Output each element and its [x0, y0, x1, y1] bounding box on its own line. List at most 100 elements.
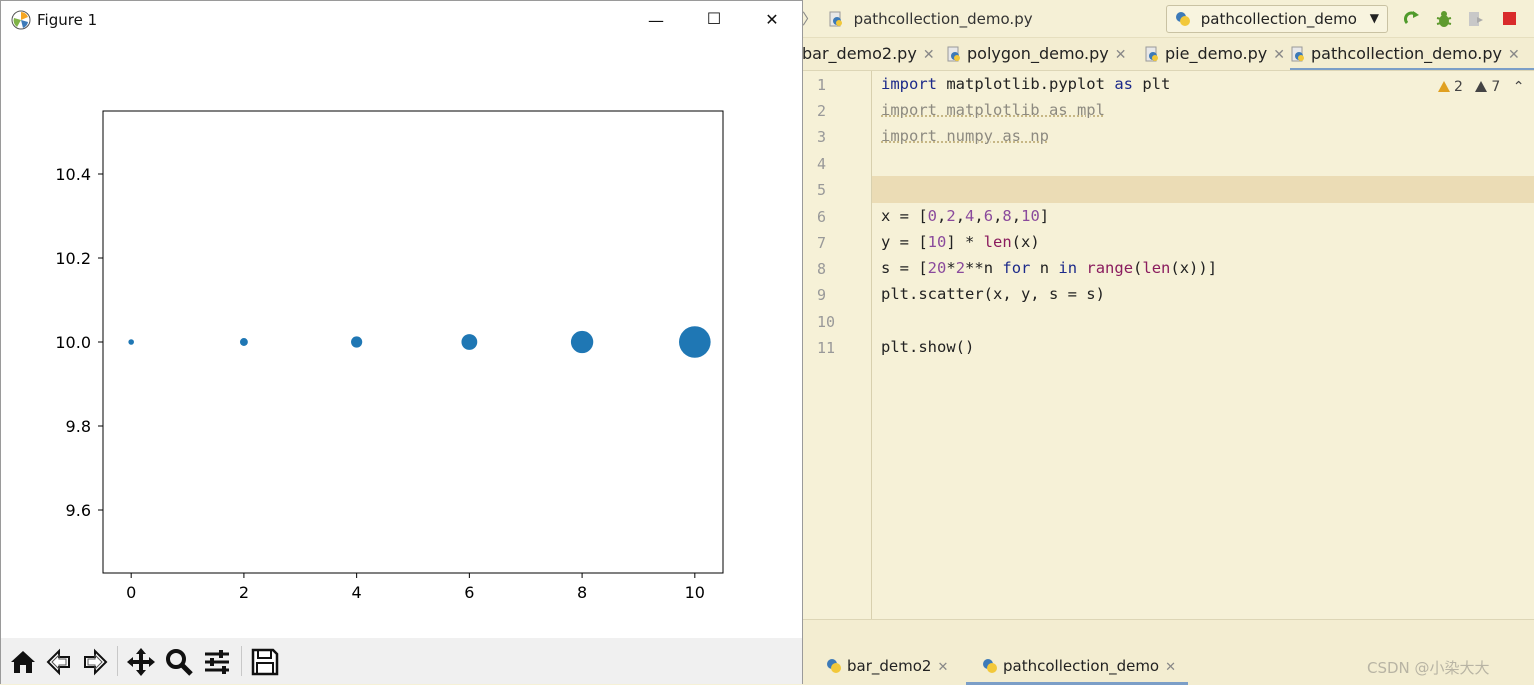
bottom-tab-label: pathcollection_demo [1003, 657, 1160, 675]
y-tick-label: 10.4 [55, 165, 91, 184]
run-config-label: pathcollection_demo [1200, 10, 1357, 28]
close-icon[interactable]: ✕ [937, 660, 948, 675]
chevron-right-icon: 〉 [802, 10, 818, 28]
scatter-point [461, 334, 478, 350]
navigation-toolbar [1, 638, 802, 684]
weak-warning-indicator: 2 [1438, 79, 1463, 95]
line-number-gutter: 1 2 3 4 5 6 7 8 9 10 11 [802, 71, 872, 619]
line-number: 2 [817, 102, 827, 120]
rerun-icon[interactable] [1402, 9, 1422, 29]
x-tick-label: 4 [352, 583, 362, 602]
code-line-3: import numpy as np [881, 127, 1049, 145]
title-bar[interactable]: Figure 1 — ☐ ✕ [1, 1, 802, 39]
line-number: 11 [817, 339, 836, 357]
ide-navigation-bar: 〉 pathcollection_demo.py pathcollection_… [802, 0, 1534, 38]
run-configuration-dropdown[interactable]: pathcollection_demo ▼ [1166, 5, 1388, 33]
code-line-6: x = [0,2,4,6,8,10] [881, 207, 1050, 225]
tab-bar-demo2[interactable]: bar_demo2.py ✕ [802, 38, 935, 70]
tab-label: pathcollection_demo.py [1311, 44, 1502, 63]
window-title: Figure 1 [37, 11, 98, 29]
scatter-point [570, 330, 594, 354]
tab-pie-demo[interactable]: pie_demo.py ✕ [1144, 38, 1285, 70]
warning-icon [1438, 81, 1450, 92]
close-icon[interactable]: ✕ [923, 47, 935, 63]
chevron-down-icon: ▼ [1369, 11, 1379, 25]
editor-tabs: bar_demo2.py ✕ polygon_demo.py ✕ pie_demo.… [802, 38, 1534, 71]
chevron-up-icon[interactable]: ⌃ [1513, 79, 1525, 95]
tab-label: pie_demo.py [1165, 44, 1268, 63]
home-icon [11, 651, 35, 673]
x-tick-label: 6 [464, 583, 474, 602]
line-number: 5 [817, 181, 827, 199]
scatter-point [239, 338, 248, 346]
code-editor[interactable]: import matplotlib.pyplot as plt import m… [881, 71, 1521, 619]
line-number: 8 [817, 260, 827, 278]
figure-window: Figure 1 — ☐ ✕ 0 2 4 6 8 10 9.6 9.8 10.0 10.2 10.4 [0, 0, 803, 684]
code-line-7: y = [10] * len(x) [881, 233, 1040, 251]
line-number: 10 [817, 313, 836, 331]
back-icon [46, 648, 70, 676]
code-line-2: import matplotlib as mpl [881, 101, 1105, 119]
close-icon[interactable]: ✕ [1508, 47, 1520, 63]
back-button[interactable] [41, 644, 75, 678]
x-tick-label: 10 [685, 583, 705, 602]
x-tick-label: 8 [577, 583, 587, 602]
tab-label: polygon_demo.py [967, 44, 1109, 63]
configure-subplots-button[interactable] [199, 644, 233, 678]
y-tick-label: 10.0 [55, 333, 91, 352]
inspection-widget[interactable]: 2 7 ⌃ [1438, 79, 1532, 95]
python-icon [983, 659, 997, 673]
save-button[interactable] [247, 644, 281, 678]
pan-icon [127, 648, 155, 676]
x-tick-label: 0 [126, 583, 136, 602]
matplotlib-logo-icon [11, 10, 31, 30]
bottom-tab-pathcollection-demo[interactable]: pathcollection_demo ✕ [982, 657, 1176, 675]
close-icon[interactable]: ✕ [1165, 660, 1176, 675]
coverage-icon[interactable] [1466, 9, 1486, 29]
python-icon [827, 659, 841, 673]
python-icon [1176, 12, 1190, 26]
pan-button[interactable] [123, 644, 157, 678]
scatter-point [128, 339, 134, 345]
home-button[interactable] [5, 644, 39, 678]
x-tick-label: 2 [239, 583, 249, 602]
bottom-tab-bar-demo2[interactable]: bar_demo2 ✕ [826, 657, 948, 675]
line-number: 7 [817, 234, 827, 252]
toolbar-separator [241, 646, 242, 676]
stop-icon[interactable] [1500, 9, 1520, 29]
configure-subplots-icon [205, 650, 229, 674]
tab-polygon-demo[interactable]: polygon_demo.py ✕ [946, 38, 1127, 70]
close-icon[interactable]: ✕ [1115, 47, 1127, 63]
python-file-icon [1145, 46, 1158, 62]
python-file-icon [829, 11, 842, 27]
scatter-point [351, 336, 363, 348]
watermark: CSDN @小染大大 [1367, 659, 1490, 677]
zoom-icon [166, 649, 193, 676]
forward-icon [84, 648, 108, 676]
code-line-9: plt.scatter(x, y, s = s) [881, 285, 1105, 303]
y-tick-label: 10.2 [55, 249, 91, 268]
code-line-8: s = [20*2**n for n in range(len(x))] [881, 259, 1218, 277]
line-number: 1 [817, 76, 827, 94]
y-tick-label: 9.6 [66, 501, 91, 520]
forward-button[interactable] [77, 644, 111, 678]
toolbar-separator [117, 646, 118, 676]
close-icon[interactable]: ✕ [1273, 47, 1285, 63]
run-tool-window-tabs: bar_demo2 ✕ pathcollection_demo ✕ CSDN @小染… [802, 619, 1534, 685]
line-number: 6 [817, 208, 827, 226]
scatter-point [679, 326, 711, 358]
breadcrumb[interactable]: 〉 pathcollection_demo.py [802, 8, 1033, 29]
line-number: 3 [817, 128, 827, 146]
warning-icon [1475, 81, 1488, 92]
zoom-button[interactable] [161, 644, 195, 678]
weak-warning-count: 2 [1454, 79, 1463, 95]
line-number: 4 [817, 155, 827, 173]
axes-frame [102, 110, 724, 574]
code-line-11: plt.show() [881, 338, 975, 356]
debug-icon[interactable] [1434, 9, 1454, 29]
figure-canvas[interactable]: 0 2 4 6 8 10 9.6 9.8 10.0 10.2 10.4 [1, 39, 802, 638]
tab-pathcollection-demo[interactable]: pathcollection_demo.py ✕ [1290, 38, 1534, 70]
y-tick-label: 9.8 [66, 417, 91, 436]
bottom-tab-label: bar_demo2 [847, 657, 932, 675]
save-icon [251, 648, 279, 676]
